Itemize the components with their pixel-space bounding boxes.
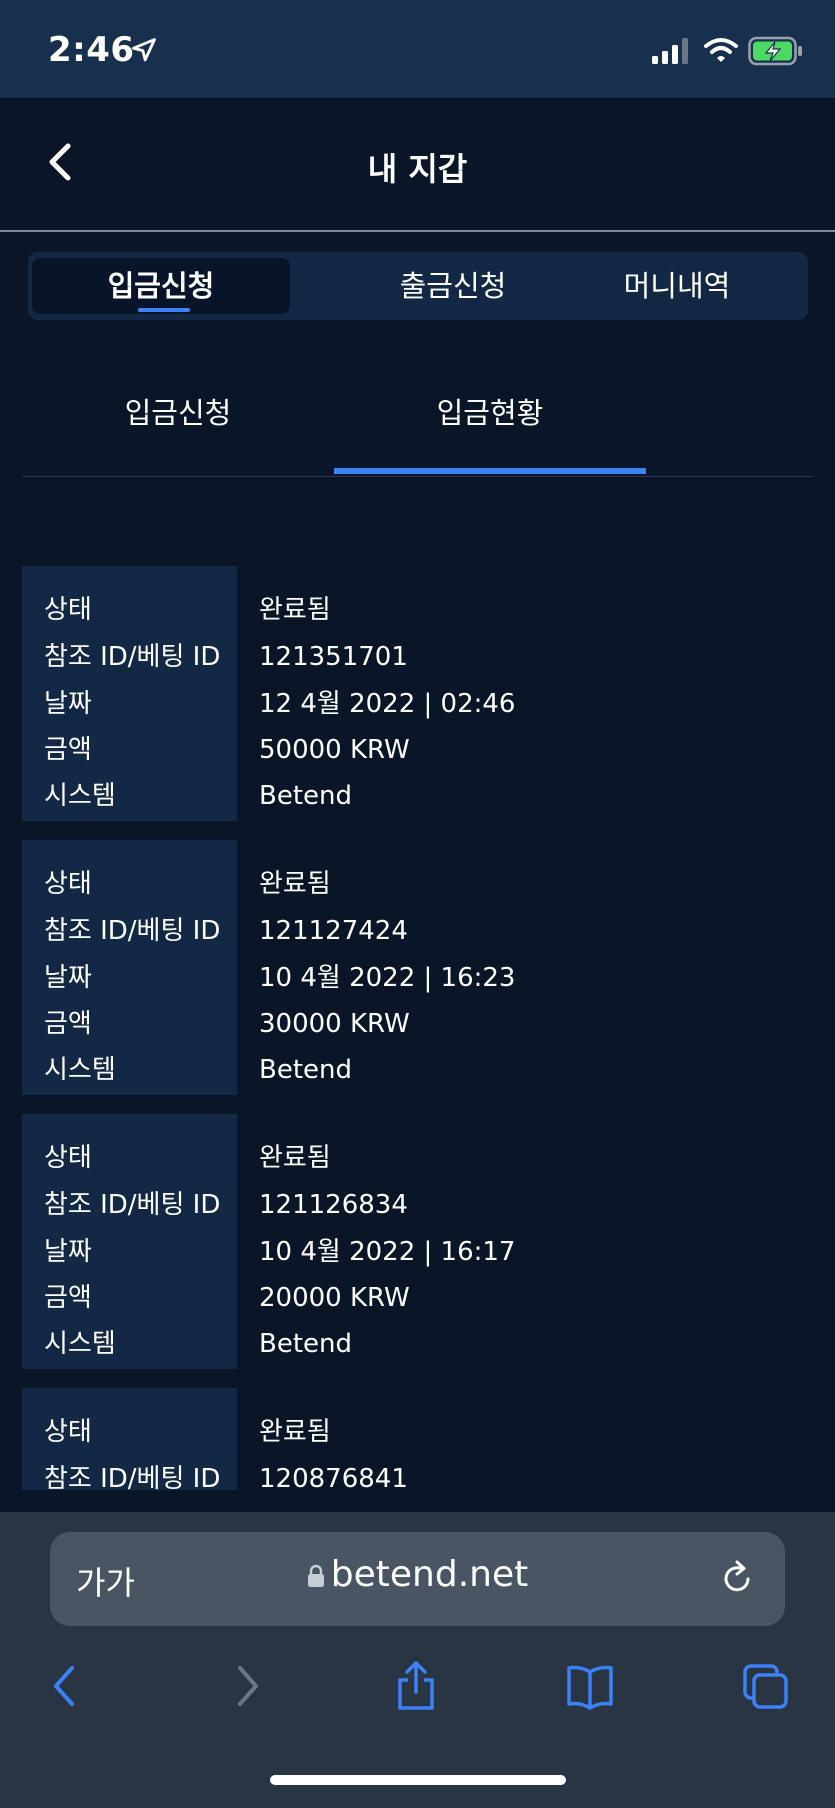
system-value: Betend	[259, 781, 353, 811]
deposit-record-card: 상태 완료됨 참조 ID/베팅 ID 121127424 날짜 10 4월 20…	[22, 840, 812, 1095]
browser-forward-icon[interactable]	[222, 1660, 270, 1712]
active-tab-indicator	[138, 308, 190, 312]
status-time: 2:46	[48, 30, 135, 70]
subtab-deposit-status[interactable]: 입금현황	[334, 390, 646, 432]
deposit-record-card: 상태 완료됨 참조 ID/베팅 ID 121126834 날짜 10 4월 20…	[22, 1114, 812, 1369]
amount-value: 50000 KRW	[259, 735, 410, 765]
ref-id-label: 참조 ID/베팅 ID	[44, 1464, 221, 1490]
tab-label: 출금신청	[399, 269, 507, 303]
url-display[interactable]: betend.net	[50, 1554, 785, 1595]
lock-icon	[307, 1564, 324, 1587]
system-value: Betend	[259, 1055, 353, 1085]
home-indicator	[270, 1775, 566, 1785]
tab-label: 머니내역	[623, 269, 731, 303]
reload-icon[interactable]	[717, 1558, 757, 1598]
page-header: 내 지갑	[0, 98, 835, 232]
location-arrow-icon	[132, 38, 156, 62]
status-value: 완료됨	[259, 1143, 331, 1173]
date-label: 날짜	[44, 689, 92, 719]
subtab-deposit-request[interactable]: 입금신청	[22, 390, 334, 432]
active-subtab-indicator	[334, 468, 646, 474]
system-label: 시스템	[44, 781, 116, 811]
ref-id-value: 121351701	[259, 642, 408, 672]
status-label: 상태	[44, 1417, 92, 1447]
status-label: 상태	[44, 1143, 92, 1173]
system-value: Betend	[259, 1329, 353, 1359]
ref-id-label: 참조 ID/베팅 ID	[44, 642, 221, 672]
ref-id-label: 참조 ID/베팅 ID	[44, 916, 221, 946]
status-value: 완료됨	[259, 869, 331, 899]
date-label: 날짜	[44, 963, 92, 993]
amount-label: 금액	[44, 1283, 92, 1313]
deposit-record-card: 상태 완료됨 참조 ID/베팅 ID 121351701 날짜 12 4월 20…	[22, 566, 812, 821]
date-label: 날짜	[44, 1237, 92, 1267]
ref-id-value: 120876841	[259, 1464, 408, 1490]
address-bar[interactable]: 가가 betend.net	[50, 1532, 785, 1626]
system-label: 시스템	[44, 1055, 116, 1085]
wifi-icon	[704, 38, 738, 62]
deposit-records-list: 상태 완료됨 참조 ID/베팅 ID 121351701 날짜 12 4월 20…	[22, 566, 812, 1490]
bookmarks-icon[interactable]	[566, 1660, 614, 1712]
date-value: 12 4월 2022 | 02:46	[259, 689, 516, 719]
tab-money-history[interactable]: 머니내역	[548, 258, 806, 314]
status-value: 완료됨	[259, 1417, 331, 1447]
amount-value: 30000 KRW	[259, 1009, 410, 1039]
sub-tabs: 입금신청 입금현황	[22, 380, 812, 477]
main-tabs: 입금신청 출금신청 머니내역	[28, 252, 808, 320]
amount-label: 금액	[44, 1009, 92, 1039]
date-value: 10 4월 2022 | 16:23	[259, 963, 516, 993]
deposit-record-card: 상태 완료됨 참조 ID/베팅 ID 120876841	[22, 1388, 812, 1490]
status-bar: 2:46	[0, 0, 835, 98]
date-value: 10 4월 2022 | 16:17	[259, 1237, 516, 1267]
ref-id-value: 121126834	[259, 1190, 408, 1220]
share-icon[interactable]	[392, 1660, 440, 1712]
status-label: 상태	[44, 595, 92, 625]
page-title: 내 지갑	[367, 150, 468, 188]
system-label: 시스템	[44, 1329, 116, 1359]
status-label: 상태	[44, 869, 92, 899]
amount-value: 20000 KRW	[259, 1283, 410, 1313]
amount-label: 금액	[44, 735, 92, 765]
battery-charging-icon	[748, 36, 802, 66]
browser-back-icon[interactable]	[42, 1660, 90, 1712]
url-text: betend.net	[330, 1554, 529, 1595]
tab-withdraw-request[interactable]: 출금신청	[324, 258, 582, 314]
ref-id-value: 121127424	[259, 916, 408, 946]
status-value: 완료됨	[259, 595, 331, 625]
signal-icon	[652, 38, 688, 64]
tab-label: 입금신청	[107, 269, 215, 303]
tab-deposit-request[interactable]: 입금신청	[32, 258, 290, 314]
ref-id-label: 참조 ID/베팅 ID	[44, 1190, 221, 1220]
browser-toolbar: 가가 betend.net	[0, 1512, 835, 1808]
tabs-icon[interactable]	[742, 1660, 790, 1712]
